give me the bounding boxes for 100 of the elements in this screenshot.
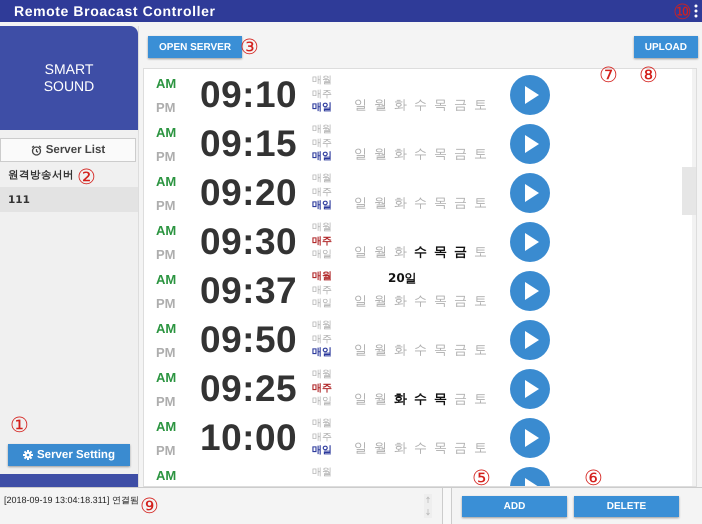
- weekday-toggle[interactable]: 일: [354, 341, 367, 359]
- weekday-toggle[interactable]: 목: [434, 96, 447, 114]
- repeat-option[interactable]: 매일: [312, 346, 354, 360]
- weekday-toggle[interactable]: 화: [394, 439, 407, 457]
- weekday-toggle[interactable]: 금: [454, 194, 467, 212]
- weekday-toggle[interactable]: 월: [374, 145, 387, 163]
- repeat-option[interactable]: 매주: [312, 430, 354, 444]
- weekday-toggle[interactable]: 일: [354, 243, 367, 261]
- weekday-toggle[interactable]: 목: [434, 243, 447, 261]
- weekday-toggle[interactable]: 금: [454, 96, 467, 114]
- weekday-toggle[interactable]: 목: [434, 292, 447, 310]
- weekday-toggle[interactable]: 월: [374, 243, 387, 261]
- weekday-toggle[interactable]: 월: [374, 194, 387, 212]
- am-pm-option[interactable]: AM: [156, 370, 200, 385]
- am-pm-option[interactable]: PM: [156, 149, 200, 164]
- menu-icon[interactable]: [694, 4, 698, 18]
- weekday-toggle[interactable]: 수: [414, 341, 427, 359]
- repeat-option[interactable]: 매주: [312, 234, 354, 248]
- weekday-toggle[interactable]: 일: [354, 145, 367, 163]
- repeat-option[interactable]: 매주: [312, 284, 354, 297]
- weekday-toggle[interactable]: 화: [394, 145, 407, 163]
- weekday-toggle[interactable]: 수: [414, 194, 427, 212]
- weekday-toggle[interactable]: 금: [454, 341, 467, 359]
- repeat-option[interactable]: 매월: [312, 466, 354, 480]
- am-pm-option[interactable]: AM: [156, 125, 200, 140]
- am-pm-option[interactable]: PM: [156, 345, 200, 360]
- am-pm-option[interactable]: AM: [156, 174, 200, 189]
- weekday-toggle[interactable]: 일: [354, 292, 367, 310]
- weekday-toggle[interactable]: 목: [434, 341, 447, 359]
- weekday-toggle[interactable]: 토: [474, 96, 487, 114]
- weekday-toggle[interactable]: 화: [394, 194, 407, 212]
- weekday-toggle[interactable]: 토: [474, 194, 487, 212]
- am-pm-option[interactable]: AM: [156, 321, 200, 336]
- add-button[interactable]: ADD: [462, 496, 567, 517]
- repeat-option[interactable]: 매일: [312, 248, 354, 262]
- server-setting-button[interactable]: Server Setting: [8, 444, 130, 466]
- weekday-toggle[interactable]: 금: [454, 243, 467, 261]
- repeat-option[interactable]: 매월: [312, 123, 354, 136]
- scrollbar-thumb[interactable]: [682, 167, 696, 215]
- server-list-item[interactable]: 원격방송서버: [8, 168, 74, 182]
- weekday-toggle[interactable]: 토: [474, 439, 487, 457]
- play-button[interactable]: [509, 74, 551, 116]
- weekday-toggle[interactable]: 일: [354, 390, 367, 408]
- am-pm-option[interactable]: AM: [156, 468, 200, 483]
- repeat-option[interactable]: 매주: [312, 186, 354, 199]
- weekday-toggle[interactable]: 일: [354, 194, 367, 212]
- weekday-toggle[interactable]: 화: [394, 341, 407, 359]
- upload-button[interactable]: UPLOAD: [634, 36, 698, 58]
- play-button[interactable]: [509, 172, 551, 214]
- am-pm-option[interactable]: PM: [156, 198, 200, 213]
- repeat-option[interactable]: 매주: [312, 332, 354, 346]
- repeat-option[interactable]: 매월: [312, 172, 354, 186]
- weekday-toggle[interactable]: 월: [374, 96, 387, 114]
- weekday-toggle[interactable]: 수: [414, 145, 427, 163]
- weekday-toggle[interactable]: 월: [374, 341, 387, 359]
- repeat-option[interactable]: 매일: [312, 297, 354, 310]
- repeat-option[interactable]: 매일: [312, 395, 354, 408]
- delete-button[interactable]: DELETE: [574, 496, 679, 517]
- weekday-toggle[interactable]: 수: [414, 292, 427, 310]
- repeat-option[interactable]: 매일: [312, 199, 354, 212]
- weekday-toggle[interactable]: 토: [474, 390, 487, 408]
- weekday-toggle[interactable]: 목: [434, 194, 447, 212]
- repeat-option[interactable]: 매주: [312, 136, 354, 150]
- am-pm-option[interactable]: PM: [156, 394, 200, 409]
- weekday-toggle[interactable]: 화: [394, 292, 407, 310]
- am-pm-option[interactable]: PM: [156, 247, 200, 262]
- am-pm-option[interactable]: PM: [156, 296, 200, 311]
- am-pm-option[interactable]: AM: [156, 419, 200, 434]
- weekday-toggle[interactable]: 토: [474, 243, 487, 261]
- repeat-option[interactable]: 매일: [312, 101, 354, 114]
- weekday-toggle[interactable]: 일: [354, 96, 367, 114]
- weekday-toggle[interactable]: 금: [454, 439, 467, 457]
- am-pm-option[interactable]: PM: [156, 100, 200, 115]
- repeat-option[interactable]: 매주: [312, 88, 354, 101]
- weekday-toggle[interactable]: 목: [434, 145, 447, 163]
- weekday-toggle[interactable]: 화: [394, 390, 407, 408]
- repeat-option[interactable]: 매일: [312, 150, 354, 164]
- weekday-toggle[interactable]: 금: [454, 292, 467, 310]
- am-pm-option[interactable]: PM: [156, 443, 200, 458]
- open-server-button[interactable]: OPEN SERVER: [148, 36, 242, 58]
- weekday-toggle[interactable]: 수: [414, 390, 427, 408]
- weekday-toggle[interactable]: 토: [474, 145, 487, 163]
- weekday-toggle[interactable]: 화: [394, 243, 407, 261]
- play-button[interactable]: [509, 270, 551, 312]
- play-button[interactable]: [509, 368, 551, 410]
- play-button[interactable]: [509, 416, 551, 458]
- repeat-option[interactable]: 매월: [312, 319, 354, 332]
- weekday-toggle[interactable]: 수: [414, 96, 427, 114]
- repeat-option[interactable]: 매월: [312, 221, 354, 234]
- weekday-toggle[interactable]: 월: [374, 439, 387, 457]
- repeat-option[interactable]: 매주: [312, 382, 354, 395]
- play-button[interactable]: [509, 122, 551, 164]
- weekday-toggle[interactable]: 목: [434, 439, 447, 457]
- am-pm-option[interactable]: AM: [156, 223, 200, 238]
- weekday-toggle[interactable]: 월: [374, 390, 387, 408]
- weekday-toggle[interactable]: 월: [374, 292, 387, 310]
- am-pm-option[interactable]: AM: [156, 272, 200, 287]
- play-button[interactable]: [509, 220, 551, 262]
- weekday-toggle[interactable]: 토: [474, 341, 487, 359]
- weekday-toggle[interactable]: 수: [414, 439, 427, 457]
